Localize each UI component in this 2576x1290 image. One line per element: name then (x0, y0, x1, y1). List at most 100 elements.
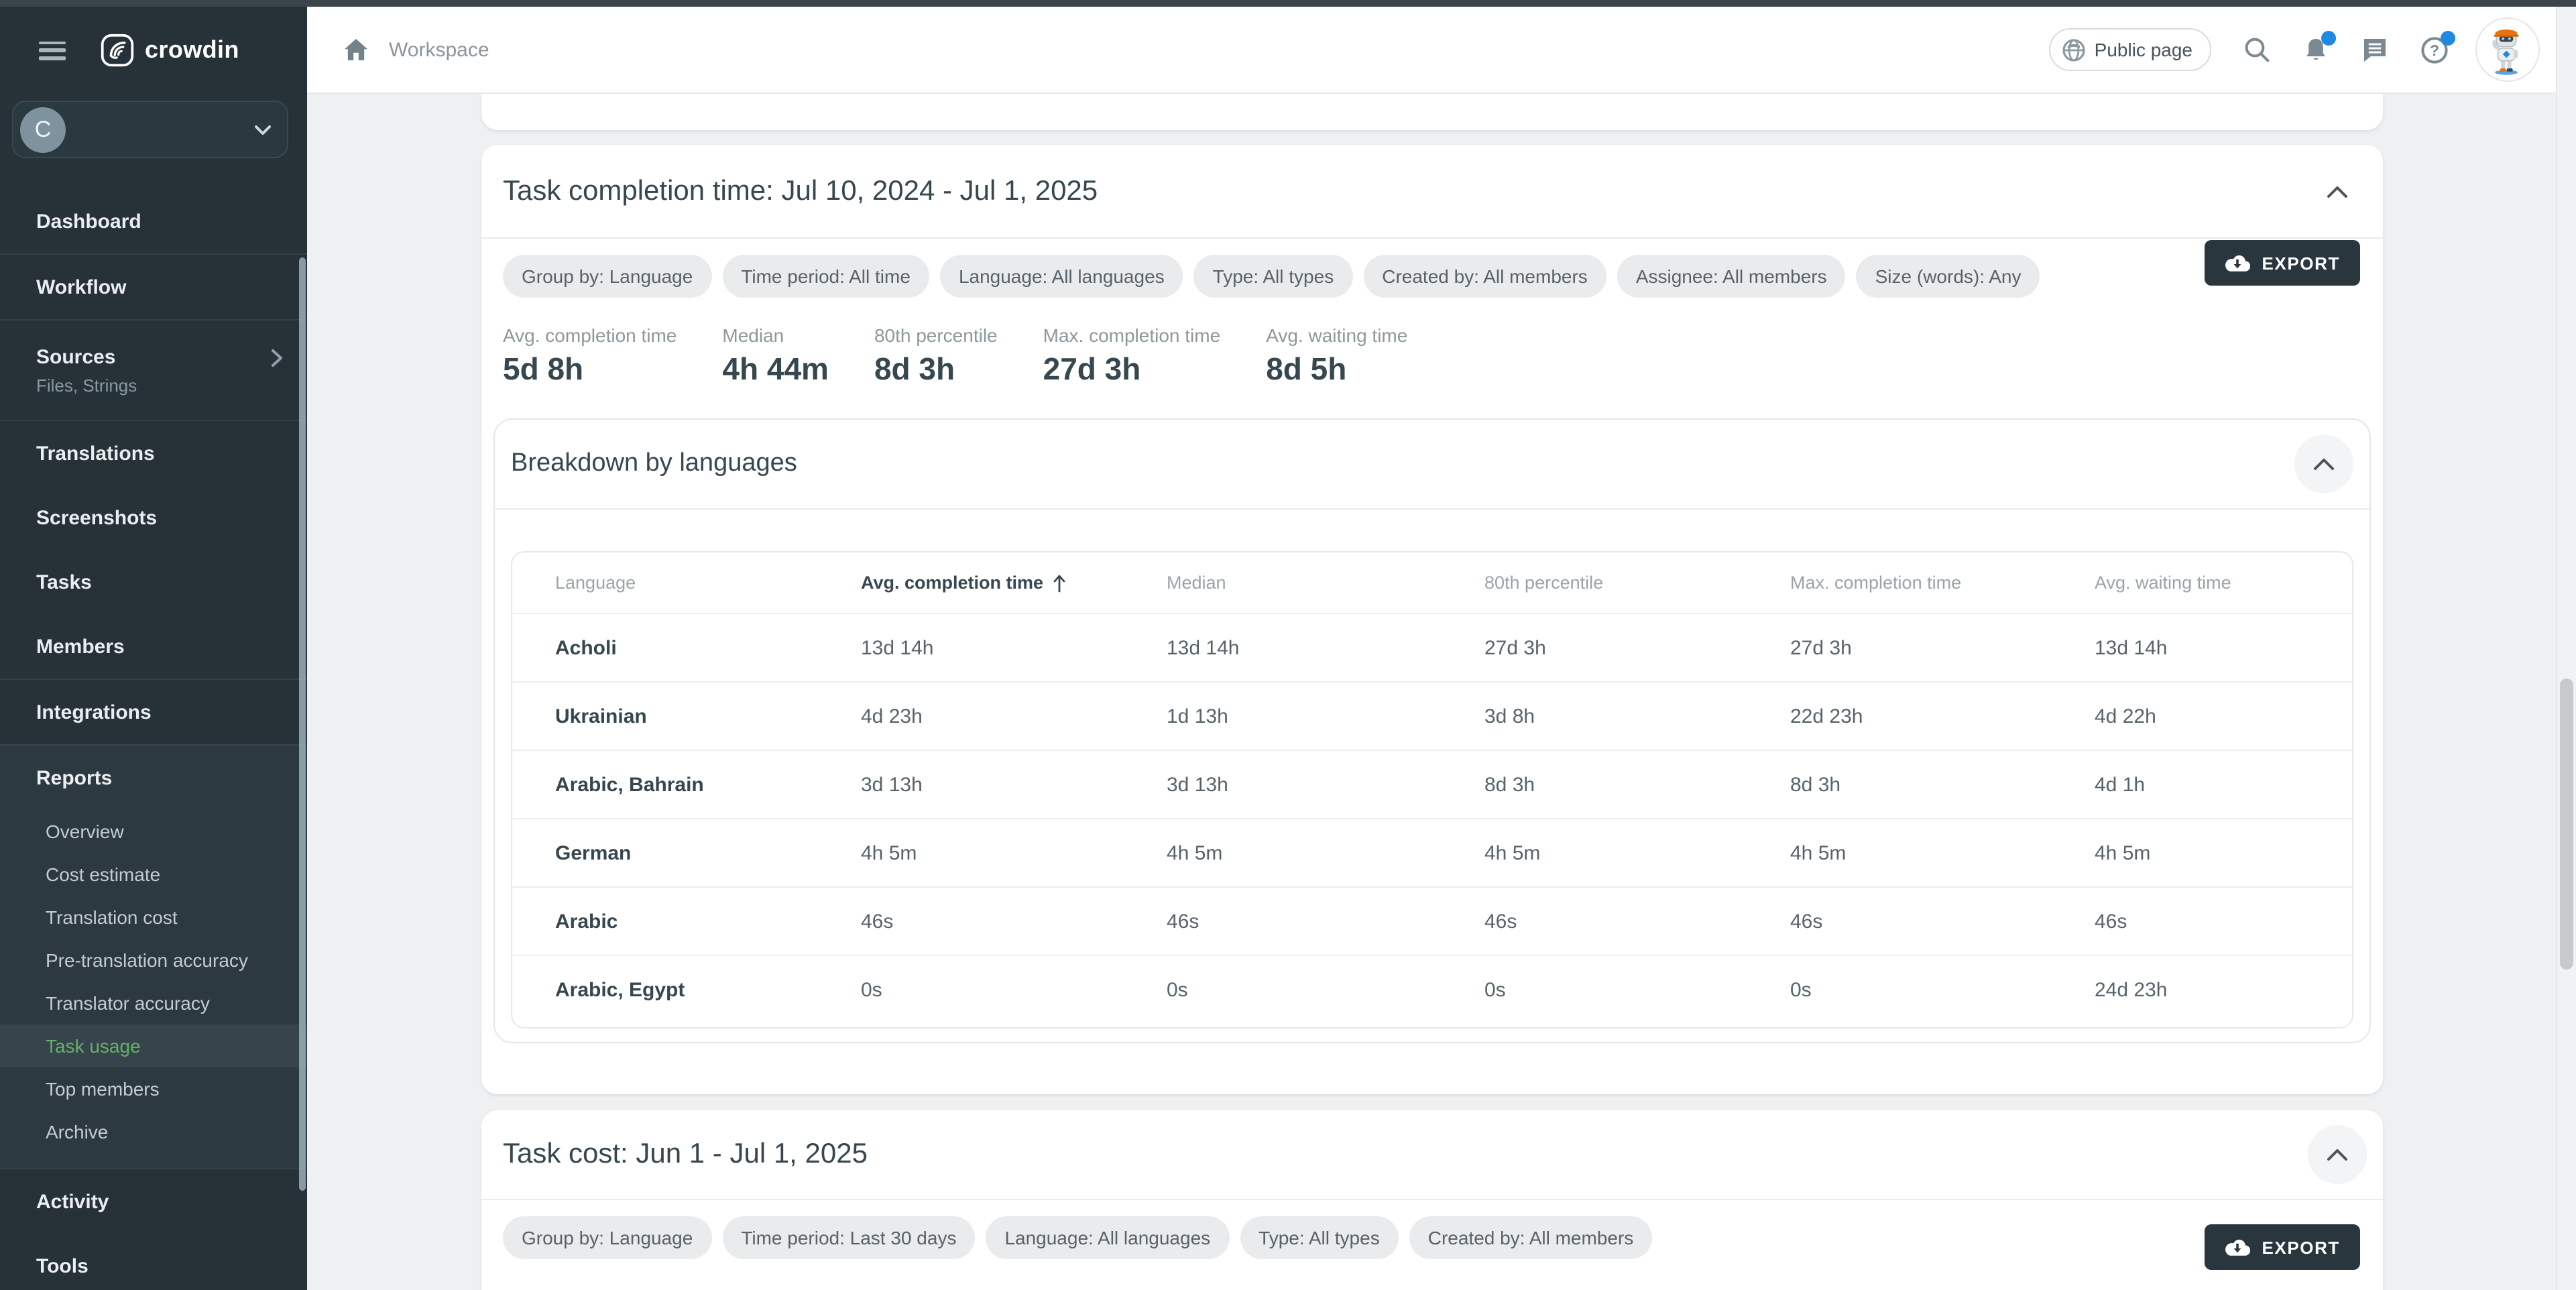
sidebar-item-integrations[interactable]: Integrations (0, 680, 307, 744)
sidebar-item-tools[interactable]: Tools (0, 1234, 307, 1290)
sidebar-scrollbar[interactable] (299, 257, 306, 1191)
language-cell: Ukrainian (512, 683, 818, 750)
column-header-avg-waiting-time[interactable]: Avg. waiting time (2052, 552, 2352, 613)
sidebar-section: Activity Tools (0, 1168, 307, 1290)
home-icon[interactable] (343, 38, 369, 62)
breakdown-title: Breakdown by languages (511, 449, 797, 479)
crowdin-logo[interactable]: crowdin (101, 34, 239, 67)
sidebar-section: Workflow (0, 253, 307, 319)
stat-label: Max. completion time (1043, 322, 1221, 349)
project-avatar: C (20, 107, 66, 152)
filter-chip-language[interactable]: Language: All languages (986, 1216, 1229, 1259)
sidebar-item-top-members[interactable]: Top members (0, 1067, 307, 1110)
sidebar-item-activity[interactable]: Activity (0, 1169, 307, 1234)
search-button[interactable] (2243, 36, 2270, 63)
filter-chip-group-by[interactable]: Group by: Language (503, 1216, 711, 1259)
notifications-button[interactable] (2302, 36, 2329, 64)
sidebar-item-label-row: Reports (36, 766, 307, 789)
sidebar-item-pre-translation-accuracy[interactable]: Pre-translation accuracy (0, 939, 307, 982)
window-top-strip (0, 0, 2576, 7)
breadcrumb[interactable]: Workspace (343, 38, 489, 62)
globe-icon (2062, 38, 2085, 61)
filter-chip-created-by[interactable]: Created by: All members (1409, 1216, 1653, 1259)
sidebar-item-label-row: Overview (46, 821, 307, 842)
cloud-export-icon (2224, 1238, 2249, 1256)
sidebar-item-label: Pre-translation accuracy (46, 949, 248, 971)
value-cell: 8d 3h (1442, 751, 1747, 818)
column-header-80th-percentile[interactable]: 80th percentile (1442, 552, 1747, 613)
sidebar-item-translation-cost[interactable]: Translation cost (0, 896, 307, 939)
export-button[interactable]: EXPORT (2204, 1224, 2360, 1270)
sidebar-item-archive[interactable]: Archive (0, 1110, 307, 1153)
page-scrollbar-track[interactable] (2556, 7, 2576, 1290)
column-header-avg-completion-time[interactable]: Avg. completion time (818, 552, 1124, 613)
breakdown-card: Breakdown by languages LanguageAvg. comp… (493, 418, 2371, 1043)
stat-80th-percentile: 80th percentile8d 3h (874, 322, 998, 390)
filter-chip-time-period[interactable]: Time period: All time (722, 255, 929, 298)
sidebar-item-label-row: Cost estimate (46, 864, 307, 885)
hamburger-menu-icon[interactable] (39, 41, 66, 60)
sidebar: crowdin C DashboardWorkflowSourcesFiles,… (0, 0, 307, 1290)
filter-chip-type[interactable]: Type: All types (1194, 255, 1353, 298)
table-row-acholi: Acholi13d 14h13d 14h27d 3h27d 3h13d 14h (512, 613, 2352, 681)
chevron-up-icon (2327, 1148, 2348, 1161)
sidebar-item-task-usage[interactable]: Task usage (0, 1024, 307, 1067)
sidebar-item-label: Activity (36, 1190, 109, 1213)
filter-chip-created-by[interactable]: Created by: All members (1363, 255, 1606, 298)
search-icon (2243, 36, 2270, 63)
filter-chip-language[interactable]: Language: All languages (940, 255, 1183, 298)
help-button[interactable]: ? (2420, 36, 2449, 64)
sidebar-item-sources[interactable]: SourcesFiles, Strings (0, 320, 307, 420)
collapse-task-completion-button[interactable] (2308, 162, 2367, 221)
sidebar-item-label-row: Archive (46, 1121, 307, 1142)
user-avatar[interactable] (2475, 17, 2540, 82)
value-cell: 8d 3h (1747, 751, 2052, 818)
messages-button[interactable] (2361, 36, 2388, 63)
breadcrumb-label[interactable]: Workspace (389, 38, 489, 61)
filter-chip-size-words[interactable]: Size (words): Any (1857, 255, 2040, 298)
filter-chip-type[interactable]: Type: All types (1240, 1216, 1399, 1259)
sidebar-item-reports[interactable]: Reports (0, 746, 307, 810)
sidebar-item-workflow[interactable]: Workflow (0, 255, 307, 319)
project-selector[interactable]: C (12, 101, 288, 158)
task-completion-header: Task completion time: Jul 10, 2024 - Jul… (481, 145, 2383, 237)
value-cell: 13d 14h (1124, 614, 1442, 681)
filter-chip-group-by[interactable]: Group by: Language (503, 255, 711, 298)
table-body: Acholi13d 14h13d 14h27d 3h27d 3h13d 14hU… (512, 613, 2352, 1023)
sidebar-item-translator-accuracy[interactable]: Translator accuracy (0, 982, 307, 1024)
value-cell: 4h 5m (1442, 819, 1747, 886)
collapse-task-cost-button[interactable] (2308, 1125, 2367, 1184)
crowdin-app: crowdin C DashboardWorkflowSourcesFiles,… (0, 0, 2576, 1290)
sidebar-item-label-row: Pre-translation accuracy (46, 949, 307, 971)
sidebar-item-overview[interactable]: Overview (0, 810, 307, 853)
column-header-median[interactable]: Median (1124, 552, 1442, 613)
collapse-breakdown-button[interactable] (2294, 434, 2353, 493)
topbar-actions: Public page ? (2049, 17, 2556, 82)
stat-label: Avg. completion time (503, 322, 677, 349)
language-cell: German (512, 819, 818, 886)
export-button-label: EXPORT (2262, 253, 2340, 273)
sidebar-item-cost-estimate[interactable]: Cost estimate (0, 853, 307, 896)
page-scrollbar-thumb[interactable] (2560, 679, 2573, 970)
sidebar-item-label: Archive (46, 1121, 108, 1142)
filter-chip-time-period[interactable]: Time period: Last 30 days (722, 1216, 975, 1259)
sidebar-item-tasks[interactable]: Tasks (0, 550, 307, 614)
sidebar-item-label: Translation cost (46, 906, 178, 928)
filter-chip-assignee[interactable]: Assignee: All members (1617, 255, 1846, 298)
column-header-max-completion-time[interactable]: Max. completion time (1747, 552, 2052, 613)
stat-label: 80th percentile (874, 322, 998, 349)
sidebar-section: SourcesFiles, Strings (0, 319, 307, 420)
sidebar-item-screenshots[interactable]: Screenshots (0, 485, 307, 550)
language-cell: Arabic (512, 888, 818, 955)
value-cell: 0s (1124, 956, 1442, 1023)
sidebar-item-translations[interactable]: Translations (0, 421, 307, 485)
sidebar-item-dashboard[interactable]: Dashboard (0, 189, 307, 253)
column-header-language[interactable]: Language (512, 552, 818, 613)
public-page-button[interactable]: Public page (2049, 28, 2211, 71)
value-cell: 46s (1747, 888, 2052, 955)
sidebar-item-label: Translator accuracy (46, 992, 210, 1014)
sidebar-item-members[interactable]: Members (0, 614, 307, 679)
sidebar-item-label-row: Screenshots (36, 506, 307, 529)
export-button[interactable]: EXPORT (2204, 240, 2360, 286)
value-cell: 22d 23h (1747, 683, 2052, 750)
